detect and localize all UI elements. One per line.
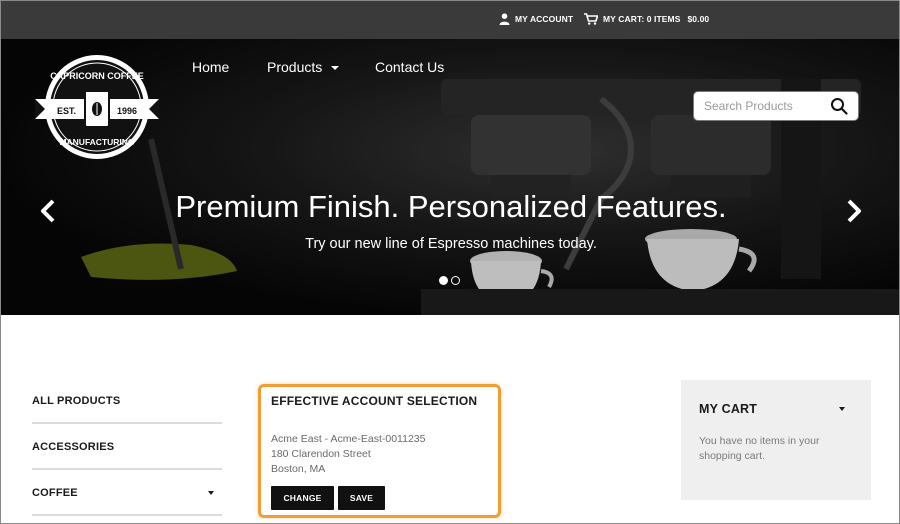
user-icon	[499, 13, 510, 25]
my-account-label: MY ACCOUNT	[515, 14, 574, 24]
hero-subtitle: Try our new line of Espresso machines to…	[305, 236, 597, 252]
nav-home-label: Home	[192, 59, 230, 75]
sidebar-item-label: ALL PRODUCTS	[32, 395, 121, 407]
nav-home[interactable]: Home	[192, 59, 229, 75]
sidebar-item-label: ACCESSORIES	[32, 441, 115, 453]
nav-contact-us[interactable]: Contact Us	[375, 59, 444, 75]
search-input[interactable]	[704, 97, 824, 115]
carousel-dot-2[interactable]	[451, 276, 460, 285]
sidebar-item-accessories[interactable]: ACCESSORIES	[32, 424, 222, 470]
account-street: 180 Clarendon Street	[271, 448, 371, 460]
nav-products-label: Products	[267, 59, 323, 75]
sidebar-item-all-products[interactable]: ALL PRODUCTS	[32, 378, 222, 424]
change-button[interactable]: CHANGE	[271, 486, 334, 510]
sidebar-item-label: COFFEE	[32, 487, 78, 499]
logo-top-text: CAPRICORN COFFEE	[50, 71, 144, 81]
logo-bottom-text: MANUFACTURING	[59, 137, 134, 147]
page-frame: MY ACCOUNT MY CART: 0 ITEMS $0.00 EST. 1…	[0, 0, 900, 524]
sidebar-item-coffee[interactable]: COFFEE	[32, 470, 222, 516]
chevron-down-icon[interactable]	[839, 407, 845, 411]
hero-carousel: EST. 1996 CAPRICORN COFFEE MANUFACTURING…	[1, 39, 899, 315]
logo-year: 1996	[117, 106, 137, 116]
my-cart-panel: MY CART You have no items in your shoppi…	[681, 380, 871, 500]
utility-bar: MY ACCOUNT MY CART: 0 ITEMS $0.00	[1, 1, 899, 39]
chevron-down-icon[interactable]	[208, 491, 214, 495]
cart-panel-title: MY CART	[699, 402, 758, 416]
chevron-down-icon	[331, 65, 340, 70]
nav-products[interactable]: Products	[267, 59, 340, 75]
save-button[interactable]: SAVE	[338, 486, 385, 510]
carousel-next-arrow-icon[interactable]	[844, 199, 864, 223]
search-box	[693, 91, 859, 121]
logo-est: EST.	[57, 106, 76, 116]
carousel-dot-1[interactable]	[439, 276, 448, 285]
account-name: Acme East - Acme-East-0011235	[271, 433, 426, 445]
effective-account-panel: EFFECTIVE ACCOUNT SELECTION Acme East - …	[258, 384, 501, 518]
nav-contact-label: Contact Us	[375, 59, 445, 75]
search-icon[interactable]	[830, 97, 848, 115]
cart-icon	[584, 13, 598, 25]
carousel-indicators	[439, 276, 463, 285]
hero-title: Premium Finish. Personalized Features.	[175, 189, 727, 224]
cart-total: $0.00	[687, 14, 710, 24]
carousel-prev-arrow-icon[interactable]	[38, 199, 58, 223]
my-account-link[interactable]: MY ACCOUNT	[499, 13, 573, 25]
cart-empty-message: You have no items in your shopping cart.	[699, 435, 820, 462]
my-cart-label: MY CART: 0 ITEMS	[603, 14, 681, 24]
capricorn-coffee-logo[interactable]: EST. 1996 CAPRICORN COFFEE MANUFACTURING	[33, 53, 161, 161]
account-panel-title: EFFECTIVE ACCOUNT SELECTION	[271, 394, 478, 408]
my-cart-link[interactable]: MY CART: 0 ITEMS $0.00	[584, 13, 709, 25]
category-sidebar: ALL PRODUCTS ACCESSORIES COFFEE	[32, 378, 222, 516]
account-city: Boston, MA	[271, 463, 326, 475]
